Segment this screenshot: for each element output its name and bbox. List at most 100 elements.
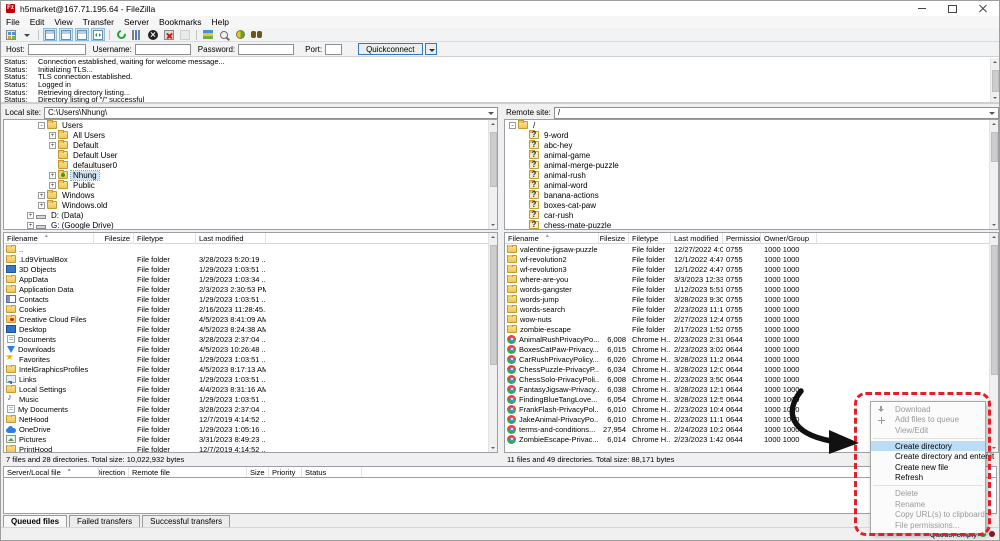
tree-item-default-user[interactable]: Default User <box>4 150 497 160</box>
find-files-button[interactable] <box>249 28 263 41</box>
tree-item-g-google-drive[interactable]: +G: (Google Drive) <box>4 220 497 230</box>
expander-icon[interactable]: + <box>27 212 34 219</box>
file-row[interactable]: Application DataFile folder2/3/2023 2:30… <box>4 284 497 294</box>
scroll-down-icon[interactable] <box>491 224 495 226</box>
tree-item-windows[interactable]: +Windows <box>4 190 497 200</box>
tree-item-users[interactable]: -Users <box>4 120 497 130</box>
file-row[interactable]: DocumentsFile folder3/28/2023 2:37:04 ..… <box>4 334 497 344</box>
disconnect-button[interactable] <box>162 28 176 41</box>
file-row[interactable]: wow-nutsFile folder2/27/2023 12:4...0755… <box>505 314 998 324</box>
file-row[interactable]: PicturesFile folder3/31/2023 8:49:23 ... <box>4 434 497 444</box>
tree-item-[interactable]: -/ <box>505 120 998 130</box>
column-header-priority[interactable]: Priority <box>269 467 302 477</box>
tree-item-abc-hey[interactable]: abc-hey <box>505 140 998 150</box>
tree-item-9-word[interactable]: 9-word <box>505 130 998 140</box>
password-input[interactable] <box>238 44 294 55</box>
local-list-scrollbar[interactable] <box>488 233 497 452</box>
file-row[interactable]: FantasyJigsaw-Privacy...6,038Chrome H...… <box>505 384 998 394</box>
scroll-down-icon[interactable] <box>992 224 996 226</box>
scroll-thumb[interactable] <box>992 70 999 92</box>
username-input[interactable] <box>135 44 191 55</box>
menu-item-create-directory[interactable]: Create directory <box>871 441 985 452</box>
column-header-filesize[interactable]: Filesize <box>599 233 629 243</box>
directory-comparison-button[interactable] <box>217 28 231 41</box>
tree-item-d-data[interactable]: +D: (Data) <box>4 210 497 220</box>
local-tree-scrollbar[interactable] <box>488 120 497 229</box>
file-row[interactable]: Local SettingsFile folder4/4/2023 8:31:1… <box>4 384 497 394</box>
scroll-up-icon[interactable] <box>992 123 996 125</box>
scroll-down-icon[interactable] <box>993 97 997 99</box>
file-row[interactable]: DesktopFile folder4/5/2023 8:24:38 AM <box>4 324 497 334</box>
column-header-direction[interactable]: Direction <box>99 467 129 477</box>
menu-server[interactable]: Server <box>119 16 154 28</box>
file-row[interactable]: AnimalRushPrivacyPo...6,008Chrome H...2/… <box>505 334 998 344</box>
scroll-thumb[interactable] <box>490 132 497 187</box>
port-input[interactable] <box>325 44 342 55</box>
expander-icon[interactable]: + <box>38 192 45 199</box>
toggle-local-tree-button[interactable] <box>59 28 73 41</box>
column-header-status[interactable]: Status <box>302 467 362 477</box>
file-row[interactable]: ChessPuzzle-PrivacyP...6,034Chrome H...3… <box>505 364 998 374</box>
tree-item-banana-actions[interactable]: banana-actions <box>505 190 998 200</box>
tree-item-defaultuser0[interactable]: defaultuser0 <box>4 160 497 170</box>
scroll-thumb[interactable] <box>490 245 497 365</box>
remote-tree-scrollbar[interactable] <box>989 120 998 229</box>
toggle-remote-tree-button[interactable] <box>75 28 89 41</box>
menu-item-download[interactable]: Download <box>871 404 985 415</box>
file-row[interactable]: AppDataFile folder1/29/2023 1:03:34 ... <box>4 274 497 284</box>
file-row[interactable]: DownloadsFile folder4/5/2023 10:26:48 ..… <box>4 344 497 354</box>
close-button[interactable] <box>968 1 999 16</box>
toggle-message-log-button[interactable] <box>43 28 57 41</box>
minimize-button[interactable] <box>906 1 937 16</box>
menu-item-rename[interactable]: Rename <box>871 499 985 510</box>
file-row[interactable]: BoxesCatPaw-Privacy...6,015Chrome H...2/… <box>505 344 998 354</box>
filename-filters-button[interactable] <box>201 28 215 41</box>
file-row[interactable]: MusicFile folder1/29/2023 1:03:51 ... <box>4 394 497 404</box>
expander-icon[interactable]: - <box>509 122 516 129</box>
remote-site-combobox[interactable]: / <box>554 107 999 119</box>
scroll-up-icon[interactable] <box>491 123 495 125</box>
expander-icon[interactable]: - <box>38 122 45 129</box>
column-header-filetype[interactable]: Filetype <box>629 233 671 243</box>
local-site-combobox[interactable]: C:\Users\Nhung\ <box>44 107 498 119</box>
refresh-button[interactable] <box>114 28 128 41</box>
column-header-filetype[interactable]: Filetype <box>134 233 196 243</box>
file-row[interactable]: .Ld9VirtualBoxFile folder3/28/2023 5:20:… <box>4 254 497 264</box>
file-row[interactable]: 3D ObjectsFile folder1/29/2023 1:03:51 .… <box>4 264 497 274</box>
tree-item-animal-game[interactable]: animal-game <box>505 150 998 160</box>
tree-item-chess-mate-puzzle[interactable]: chess-mate-puzzle <box>505 220 998 230</box>
menu-edit[interactable]: Edit <box>25 16 50 28</box>
column-header-owner-group[interactable]: Owner/Group <box>761 233 817 243</box>
column-header-filesize[interactable]: Filesize <box>94 233 134 243</box>
tree-item-animal-merge-puzzle[interactable]: animal-merge-puzzle <box>505 160 998 170</box>
tree-item-public[interactable]: +Public <box>4 180 497 190</box>
site-manager-button[interactable] <box>4 28 18 41</box>
file-row[interactable]: Creative Cloud FilesFile folder4/5/2023 … <box>4 314 497 324</box>
synchronized-browsing-button[interactable] <box>233 28 247 41</box>
menu-item-refresh[interactable]: Refresh <box>871 473 985 484</box>
menu-view[interactable]: View <box>49 16 77 28</box>
file-row[interactable]: zombie-escapeFile folder2/17/2023 1:52:.… <box>505 324 998 334</box>
file-row[interactable]: valentine-jigsaw-puzzleFile folder12/27/… <box>505 244 998 254</box>
tree-item-animal-word[interactable]: animal-word <box>505 180 998 190</box>
quickconnect-button[interactable]: Quickconnect <box>358 43 422 55</box>
scroll-up-icon[interactable] <box>491 236 495 238</box>
menu-help[interactable]: Help <box>207 16 234 28</box>
scroll-up-icon[interactable] <box>992 236 996 238</box>
file-row[interactable]: words-jumpFile folder3/28/2023 9:30:...0… <box>505 294 998 304</box>
file-row[interactable]: LinksFile folder1/29/2023 1:03:51 ... <box>4 374 497 384</box>
menu-item-delete[interactable]: Delete <box>871 488 985 499</box>
toggle-transfer-queue-button[interactable] <box>91 28 105 41</box>
menu-transfer[interactable]: Transfer <box>78 16 119 28</box>
column-header-remote-file[interactable]: Remote file <box>129 467 247 477</box>
scroll-down-icon[interactable] <box>992 447 996 449</box>
expander-icon[interactable]: + <box>49 182 56 189</box>
tree-item-all-users[interactable]: +All Users <box>4 130 497 140</box>
tree-item-default[interactable]: +Default <box>4 140 497 150</box>
column-header-filename[interactable]: Filename <box>505 233 599 243</box>
expander-icon[interactable]: + <box>49 132 56 139</box>
file-row[interactable]: My DocumentsFile folder3/28/2023 2:37:04… <box>4 404 497 414</box>
file-row[interactable]: PrintHoodFile folder12/7/2019 4:14:52 ..… <box>4 444 497 453</box>
file-row[interactable]: where-are-youFile folder3/3/2023 12:33:.… <box>505 274 998 284</box>
file-row[interactable]: OneDriveFile folder1/29/2023 1:05:16 ... <box>4 424 497 434</box>
